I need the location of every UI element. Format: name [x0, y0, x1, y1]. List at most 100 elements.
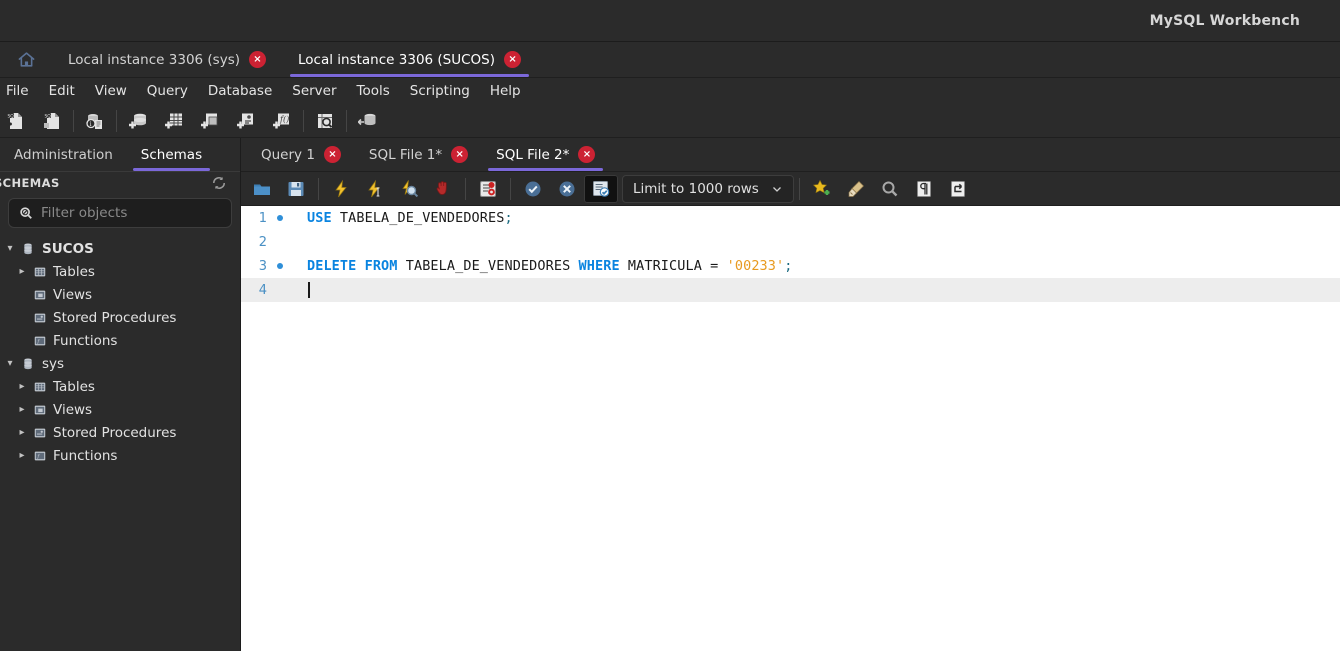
save-snippet-icon[interactable] [805, 175, 839, 203]
chevron-right-icon[interactable]: ▸ [14, 381, 30, 392]
new-schema-icon[interactable] [120, 106, 156, 136]
execute-current-icon[interactable] [358, 175, 392, 203]
sql-editor[interactable]: 1 USE TABELA_DE_VENDEDORES; 2 3 DELETE F… [241, 206, 1340, 651]
sql-tab-bar: Query 1 × SQL File 1* × SQL File 2* × [241, 138, 1340, 172]
close-icon[interactable]: × [578, 146, 596, 163]
tree-item-sys-functions[interactable]: ▸ f Functions [0, 444, 240, 467]
folder-view-icon [33, 288, 50, 302]
filter-objects-box[interactable] [8, 198, 232, 228]
menu-help[interactable]: Help [480, 78, 531, 104]
new-table-icon[interactable] [156, 106, 192, 136]
menu-tools[interactable]: Tools [347, 78, 400, 104]
tab-sql-file-2[interactable]: SQL File 2* × [482, 138, 609, 171]
schemas-section-title: SCHEMAS [0, 176, 60, 190]
toolbar-separator [510, 177, 511, 200]
menu-server[interactable]: Server [282, 78, 346, 104]
open-sql-file-icon[interactable]: SQL [34, 106, 70, 136]
reconnect-dbms-icon[interactable] [350, 106, 386, 136]
line-number: 1 [258, 210, 267, 226]
tree-item-sucos-tables[interactable]: ▸ Tables [0, 260, 240, 283]
wrap-lines-icon[interactable] [941, 175, 975, 203]
find-icon[interactable] [873, 175, 907, 203]
new-view-icon[interactable] [192, 106, 228, 136]
sql-identifier: TABELA_DE_VENDEDORES [397, 258, 579, 274]
sql-keyword: DELETE FROM [307, 258, 398, 274]
svg-text:SQL: SQL [8, 113, 17, 119]
menu-query[interactable]: Query [137, 78, 198, 104]
chevron-right-icon[interactable]: ▸ [14, 450, 30, 461]
menu-edit[interactable]: Edit [39, 78, 85, 104]
new-function-icon[interactable]: f() [264, 106, 300, 136]
sql-identifier: TABELA_DE_VENDEDORES [331, 210, 505, 226]
chevron-right-icon[interactable]: ▸ [14, 404, 30, 415]
open-file-icon[interactable] [245, 175, 279, 203]
chevron-down-icon[interactable]: ▾ [2, 243, 18, 254]
toolbar-separator [116, 109, 117, 132]
chevron-down-icon [771, 183, 783, 195]
menu-database[interactable]: Database [198, 78, 282, 104]
sidebar-tab-schemas[interactable]: Schemas [127, 138, 216, 171]
sidebar: Administration Schemas SCHEMAS Filter ob… [0, 138, 241, 651]
close-icon[interactable]: × [451, 146, 469, 163]
tree-item-label: Stored Procedures [53, 309, 177, 326]
tree-item-sys[interactable]: ▾ sys [0, 352, 240, 375]
limit-rows-dropdown[interactable]: Limit to 1000 rows [622, 174, 794, 203]
commit-icon[interactable] [516, 175, 550, 203]
tree-item-sucos-views[interactable]: Views [0, 283, 240, 306]
tree-item-sys-stored-procedures[interactable]: ▸ Stored Procedures [0, 421, 240, 444]
tab-query-1[interactable]: Query 1 × [247, 138, 355, 171]
sql-punctuation: ; [504, 210, 513, 226]
text-caret [308, 281, 310, 298]
close-icon[interactable]: × [249, 51, 266, 68]
folder-table-icon [33, 265, 50, 279]
menu-bar: File Edit View Query Database Server Too… [0, 78, 1340, 104]
toggle-stop-on-error-icon[interactable] [471, 175, 505, 203]
save-file-icon[interactable] [279, 175, 313, 203]
close-icon[interactable]: × [323, 146, 341, 163]
limit-rows-label: Limit to 1000 rows [633, 180, 759, 197]
chevron-right-icon[interactable]: ▸ [14, 266, 30, 277]
refresh-icon[interactable] [212, 176, 226, 190]
search-table-icon[interactable] [307, 106, 343, 136]
sidebar-tab-administration[interactable]: Administration [0, 138, 127, 171]
tree-item-sys-tables[interactable]: ▸ Tables [0, 375, 240, 398]
tree-item-sucos[interactable]: ▾ SUCOS [0, 237, 240, 260]
filter-objects-input[interactable] [41, 205, 221, 221]
tree-item-sys-views[interactable]: ▸ Views [0, 398, 240, 421]
tab-sql-file-1[interactable]: SQL File 1* × [355, 138, 482, 171]
tree-item-label: SUCOS [42, 240, 94, 257]
tree-item-sucos-functions[interactable]: f Functions [0, 329, 240, 352]
beautify-sql-icon[interactable] [839, 175, 873, 203]
sql-identifier: MATRICULA = [619, 258, 727, 274]
stop-execution-icon[interactable] [426, 175, 460, 203]
execute-all-icon[interactable] [324, 175, 358, 203]
menu-scripting[interactable]: Scripting [400, 78, 480, 104]
menu-view[interactable]: View [85, 78, 137, 104]
folder-procedure-icon [33, 311, 50, 325]
close-icon[interactable]: × [504, 51, 522, 68]
tree-item-sucos-stored-procedures[interactable]: Stored Procedures [0, 306, 240, 329]
menu-file[interactable]: File [0, 78, 39, 104]
code-area[interactable]: 1 USE TABELA_DE_VENDEDORES; 2 3 DELETE F… [241, 206, 1340, 651]
sql-keyword: USE [307, 210, 332, 226]
code-text [289, 281, 310, 299]
toolbar-separator [346, 109, 347, 132]
new-procedure-icon[interactable] [228, 106, 264, 136]
invisible-chars-icon[interactable] [907, 175, 941, 203]
connection-info-icon[interactable]: i [77, 106, 113, 136]
connection-tab-label: Local instance 3306 (SUCOS) [298, 51, 496, 68]
autocommit-icon[interactable] [584, 174, 618, 203]
statement-marker-icon[interactable] [271, 263, 289, 269]
connection-tab-sucos[interactable]: Local instance 3306 (SUCOS) × [282, 42, 537, 77]
home-icon[interactable] [0, 42, 52, 77]
connection-tab-sys[interactable]: Local instance 3306 (sys) × [52, 42, 282, 77]
chevron-right-icon[interactable]: ▸ [14, 427, 30, 438]
chevron-down-icon[interactable]: ▾ [2, 358, 18, 369]
new-sql-file-icon[interactable]: SQL [0, 106, 34, 136]
folder-function-icon: f [33, 449, 50, 463]
sidebar-tab-bar: Administration Schemas [0, 138, 240, 172]
statement-marker-icon[interactable] [271, 215, 289, 221]
rollback-icon[interactable] [550, 175, 584, 203]
editor-area: Query 1 × SQL File 1* × SQL File 2* × Li… [241, 138, 1340, 651]
explain-plan-icon[interactable] [392, 175, 426, 203]
